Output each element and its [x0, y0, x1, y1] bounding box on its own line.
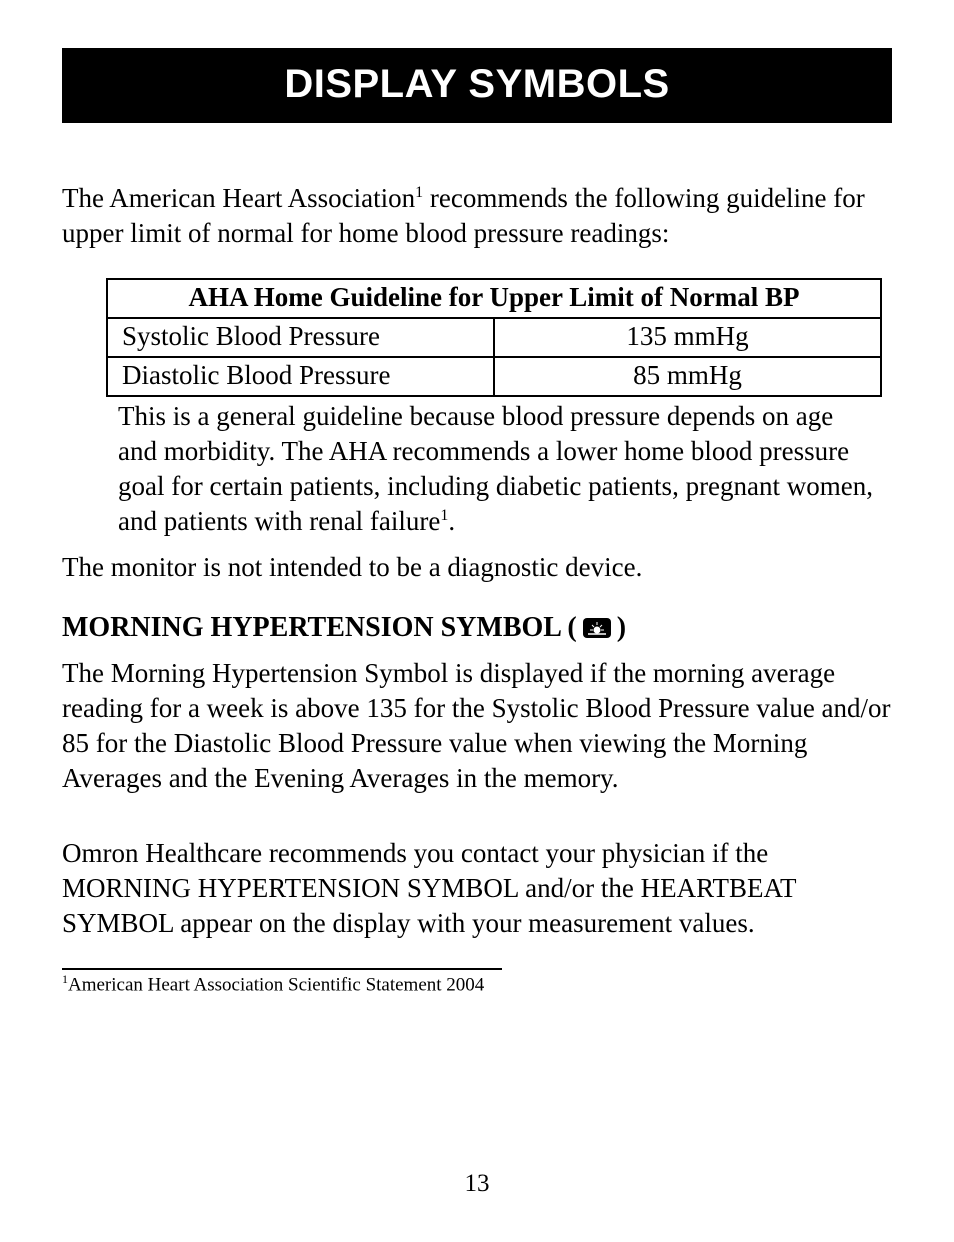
bp-table-wrap: AHA Home Guideline for Upper Limit of No… — [106, 278, 882, 397]
section-title: DISPLAY SYMBOLS — [62, 48, 892, 123]
morning-hypertension-heading: MORNING HYPERTENSION SYMBOL ( ) — [62, 612, 892, 644]
intro-paragraph: The American Heart Association1 recommen… — [62, 181, 892, 251]
diagnostic-disclaimer: The monitor is not intended to be a diag… — [62, 550, 892, 585]
guideline-note: This is a general guideline because bloo… — [118, 399, 878, 539]
bp-guideline-table: AHA Home Guideline for Upper Limit of No… — [106, 278, 882, 397]
table-row: Diastolic Blood Pressure 85 mmHg — [107, 357, 881, 396]
cell-diastolic-label: Diastolic Blood Pressure — [107, 357, 494, 396]
morning-hypertension-icon — [583, 618, 611, 638]
cell-systolic-value: 135 mmHg — [494, 318, 881, 357]
cell-systolic-label: Systolic Blood Pressure — [107, 318, 494, 357]
cell-diastolic-value: 85 mmHg — [494, 357, 881, 396]
page-number: 13 — [0, 1170, 954, 1198]
subhead-prefix: MORNING HYPERTENSION SYMBOL ( — [62, 612, 577, 644]
note-text-1: This is a general guideline because bloo… — [118, 401, 873, 536]
footnote: 1American Heart Association Scientific S… — [62, 972, 892, 996]
footnote-rule — [62, 968, 502, 970]
note-text-2: . — [448, 506, 455, 536]
intro-text-1: The American Heart Association — [62, 183, 415, 213]
intro-superscript: 1 — [415, 184, 423, 201]
contact-physician-body: Omron Healthcare recommends you contact … — [62, 836, 892, 941]
footnote-text: American Heart Association Scientific St… — [68, 975, 484, 996]
page: DISPLAY SYMBOLS The American Heart Assoc… — [0, 0, 954, 1242]
table-caption: AHA Home Guideline for Upper Limit of No… — [107, 279, 881, 318]
subhead-suffix: ) — [617, 612, 626, 644]
table-row: Systolic Blood Pressure 135 mmHg — [107, 318, 881, 357]
morning-hypertension-body: The Morning Hypertension Symbol is displ… — [62, 656, 892, 796]
